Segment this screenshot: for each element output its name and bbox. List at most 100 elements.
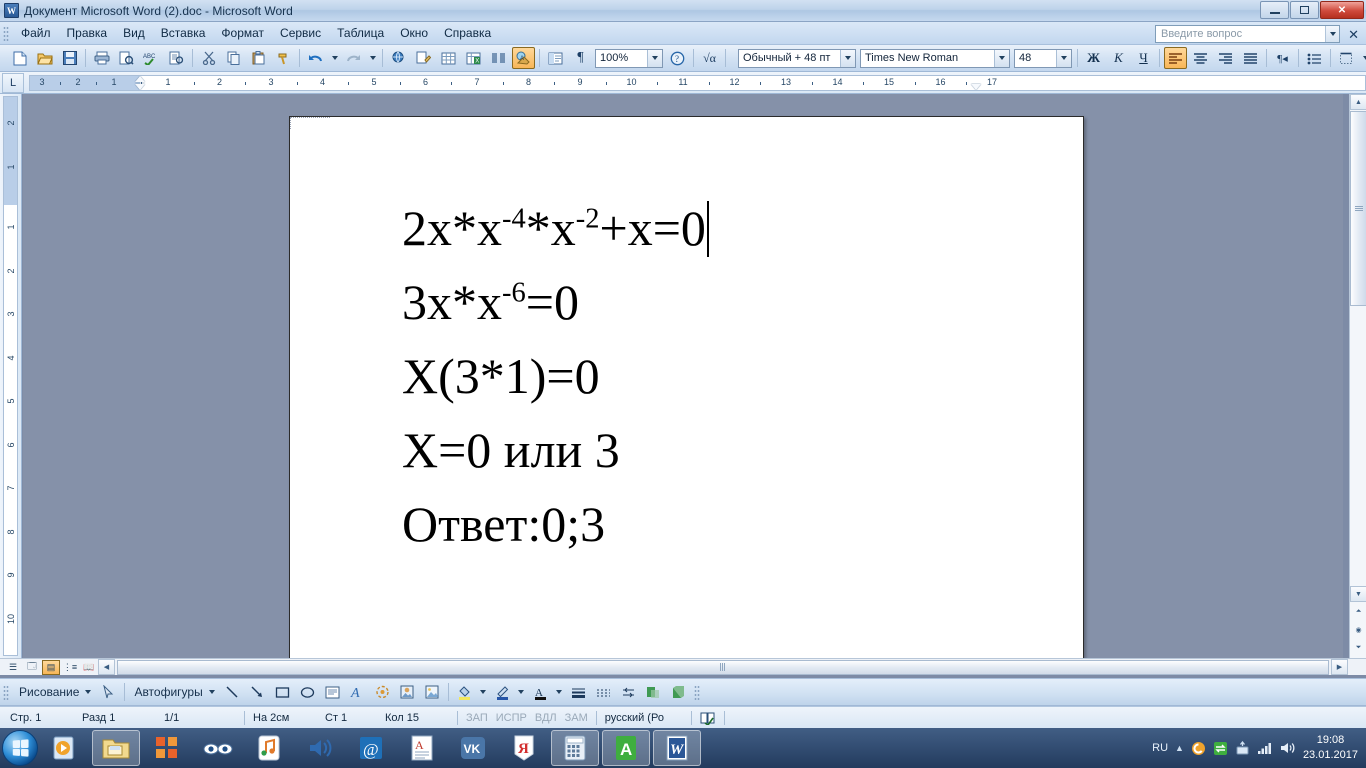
redo-icon[interactable] xyxy=(342,47,365,69)
taskbar-clock[interactable]: 19:08 23.01.2017 xyxy=(1303,733,1362,763)
horizontal-scroll-thumb[interactable] xyxy=(117,659,1329,675)
document-line[interactable]: 2x*x-4*x-2+x=0 xyxy=(402,191,1042,265)
vertical-ruler-track[interactable]: 2 1 1 2 3 4 5 6 7 8 9 10 xyxy=(3,96,18,656)
menu-help[interactable]: Справка xyxy=(436,23,499,43)
document-line[interactable]: Ответ:0;3 xyxy=(402,487,1042,561)
close-icon[interactable]: ✕ xyxy=(1348,27,1359,43)
status-rec[interactable]: ЗАП xyxy=(462,712,492,724)
menu-edit[interactable]: Правка xyxy=(59,23,116,43)
font-color-dropdown-icon[interactable] xyxy=(554,681,565,703)
taskbar-office[interactable] xyxy=(143,730,191,766)
select-objects-icon[interactable] xyxy=(97,681,120,703)
borders-icon[interactable] xyxy=(1335,47,1358,69)
vertical-scroll-thumb[interactable] xyxy=(1350,111,1366,306)
diagram-icon[interactable] xyxy=(371,681,394,703)
restore-button[interactable] xyxy=(1290,1,1319,19)
chevron-down-icon[interactable] xyxy=(85,690,92,694)
3d-style-icon[interactable] xyxy=(667,681,690,703)
style-combo[interactable]: Обычный + 48 пт xyxy=(738,48,856,68)
scroll-down-button[interactable]: ▼ xyxy=(1350,586,1366,602)
research-icon[interactable] xyxy=(165,47,188,69)
tab-stop-selector[interactable]: L xyxy=(2,72,24,93)
align-left-icon[interactable] xyxy=(1164,47,1187,69)
menu-view[interactable]: Вид xyxy=(115,23,153,43)
safely-remove-tray-icon[interactable] xyxy=(1235,740,1250,756)
minimize-button[interactable] xyxy=(1260,1,1289,19)
menu-tools[interactable]: Сервис xyxy=(272,23,329,43)
equation-editor-icon[interactable]: √α xyxy=(698,47,721,69)
arrow-style-icon[interactable] xyxy=(617,681,640,703)
undo-dropdown-icon[interactable] xyxy=(329,47,340,69)
chevron-down-icon[interactable] xyxy=(994,49,1009,67)
tables-and-borders-icon[interactable] xyxy=(412,47,435,69)
menu-format[interactable]: Формат xyxy=(213,23,272,43)
show-hidden-icons-icon[interactable]: ▲ xyxy=(1175,743,1184,753)
line-icon[interactable] xyxy=(221,681,244,703)
volume-tray-icon[interactable] xyxy=(1280,741,1296,755)
new-document-icon[interactable] xyxy=(8,47,31,69)
taskbar-yandex[interactable]: Я xyxy=(500,730,548,766)
drawing-toolbar-toggle-icon[interactable]: A xyxy=(512,47,535,69)
status-trk[interactable]: ИСПР xyxy=(492,712,531,724)
print-preview-icon[interactable] xyxy=(115,47,138,69)
menu-window[interactable]: Окно xyxy=(392,23,436,43)
format-painter-icon[interactable] xyxy=(272,47,295,69)
web-layout-view[interactable]: 🗔 xyxy=(23,660,41,675)
ask-a-question-box[interactable]: Введите вопрос xyxy=(1155,25,1340,43)
clip-art-icon[interactable] xyxy=(396,681,419,703)
help-icon[interactable]: ? xyxy=(666,47,689,69)
horizontal-ruler[interactable]: L 3 2 1 1 2 3 4 5 6 7 8 9 10 11 12 13 14 15 16 17 xyxy=(0,72,1366,94)
previous-page-button[interactable]: ⏶ xyxy=(1350,604,1366,620)
oval-icon[interactable] xyxy=(296,681,319,703)
right-indent-marker[interactable] xyxy=(971,83,982,90)
network-sync-tray-icon[interactable] xyxy=(1213,741,1228,756)
chevron-down-icon[interactable] xyxy=(1056,49,1071,67)
columns-icon[interactable] xyxy=(487,47,510,69)
line-style-icon[interactable] xyxy=(567,681,590,703)
taskbar-abbyy[interactable]: A xyxy=(602,730,650,766)
document-line[interactable]: 3x*x-6=0 xyxy=(402,265,1042,339)
scroll-left-button[interactable]: ◀ xyxy=(98,659,115,675)
reading-layout-view[interactable]: 📖 xyxy=(80,660,98,675)
text-box-icon[interactable] xyxy=(321,681,344,703)
normal-view[interactable]: ☰ xyxy=(4,660,22,675)
close-button[interactable]: ✕ xyxy=(1320,1,1364,19)
underline-button[interactable]: Ч xyxy=(1132,47,1155,69)
line-color-icon[interactable] xyxy=(491,681,514,703)
horizontal-ruler-track[interactable]: 3 2 1 1 2 3 4 5 6 7 8 9 10 11 12 13 14 15 16 17 xyxy=(29,74,1366,91)
line-color-dropdown-icon[interactable] xyxy=(516,681,527,703)
bold-button[interactable]: Ж xyxy=(1082,47,1105,69)
spellcheck-status-icon[interactable] xyxy=(696,711,720,725)
document-map-icon[interactable] xyxy=(544,47,567,69)
start-button[interactable] xyxy=(2,730,38,766)
paste-icon[interactable] xyxy=(247,47,270,69)
document-line[interactable]: X(3*1)=0 xyxy=(402,339,1042,413)
show-formatting-marks-icon[interactable]: ¶ xyxy=(569,47,592,69)
next-page-button[interactable]: ⏷ xyxy=(1350,640,1366,656)
cut-icon[interactable] xyxy=(197,47,220,69)
open-document-icon[interactable] xyxy=(33,47,56,69)
taskbar-music[interactable] xyxy=(245,730,293,766)
network-tray-icon[interactable] xyxy=(1257,741,1273,755)
drawing-toolbar-grip-icon[interactable] xyxy=(3,684,9,700)
antivirus-tray-icon[interactable] xyxy=(1191,741,1206,756)
taskbar-explorer[interactable] xyxy=(92,730,140,766)
justify-icon[interactable] xyxy=(1239,47,1262,69)
shadow-style-icon[interactable] xyxy=(642,681,665,703)
status-language[interactable]: русский (Ро xyxy=(601,712,687,724)
font-name-combo[interactable]: Times New Roman xyxy=(860,48,1010,68)
menu-table[interactable]: Таблица xyxy=(329,23,392,43)
autoshapes-menu-button[interactable]: Автофигуры xyxy=(128,683,208,701)
chevron-down-icon[interactable] xyxy=(208,690,215,694)
vertical-ruler[interactable]: 2 1 1 2 3 4 5 6 7 8 9 10 xyxy=(0,94,22,658)
align-right-icon[interactable] xyxy=(1214,47,1237,69)
font-color-icon[interactable]: A xyxy=(529,681,552,703)
select-browse-object-button[interactable]: ◉ xyxy=(1350,622,1366,638)
vertical-scrollbar[interactable]: ▲ ▼ ⏶ ◉ ⏷ xyxy=(1349,94,1366,658)
borders-dropdown-icon[interactable] xyxy=(1360,47,1366,69)
taskbar-vk[interactable]: VK xyxy=(449,730,497,766)
taskbar-opera[interactable]: @ xyxy=(347,730,395,766)
menu-insert[interactable]: Вставка xyxy=(153,23,214,43)
taskbar-word[interactable]: W xyxy=(653,730,701,766)
insert-excel-sheet-icon[interactable]: X xyxy=(462,47,485,69)
